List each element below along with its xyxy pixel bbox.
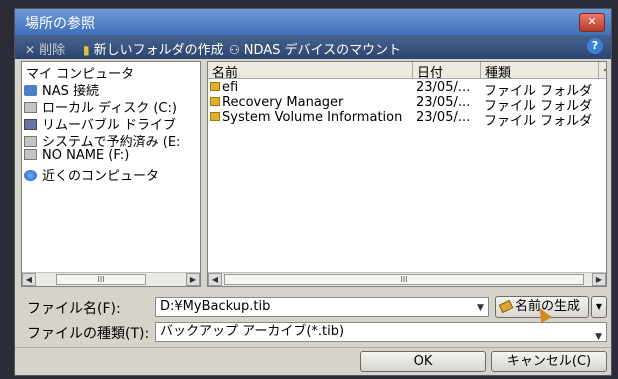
filename-dropdown-icon[interactable]: ▼ xyxy=(477,303,484,313)
toolbar: ✕ 削除 ▮ 新しいフォルダの作成 ⚇ NDAS デバイスのマウント ? xyxy=(15,35,611,59)
chevron-down-icon: ▼ xyxy=(595,302,603,311)
divider xyxy=(15,347,611,348)
folder-icon xyxy=(210,112,220,121)
hard-disk-icon xyxy=(24,149,37,160)
chevron-down-icon: ▼ xyxy=(595,332,602,342)
filetype-value: バックアップ アーカイブ(*.tib) xyxy=(160,324,345,339)
file-type: ファイル フォルダ xyxy=(484,114,593,129)
file-date: 23/05/... xyxy=(416,80,471,95)
removable-drive-icon xyxy=(24,119,37,130)
hard-disk-icon xyxy=(24,136,37,147)
ok-button[interactable]: OK xyxy=(360,351,486,372)
new-folder-button[interactable]: ▮ 新しいフォルダの作成 xyxy=(83,39,224,58)
ndas-mount-button[interactable]: ⚇ NDAS デバイスのマウント xyxy=(229,39,401,58)
delete-button[interactable]: ✕ 削除 xyxy=(25,39,65,58)
list-item[interactable]: System Volume Information 23/05/... ファイル… xyxy=(208,110,606,129)
close-button[interactable]: ✕ xyxy=(579,13,605,32)
folder-icon xyxy=(210,97,220,106)
column-header-name[interactable]: 名前 xyxy=(208,62,413,79)
file-name: efi xyxy=(222,80,239,95)
tag-icon xyxy=(498,299,514,314)
delete-label: 削除 xyxy=(39,43,66,58)
scroll-thumb-grip: III xyxy=(97,275,105,284)
list-horizontal-scrollbar[interactable]: ◀ III ▶ xyxy=(208,272,606,286)
filename-label: ファイル名(F): xyxy=(27,301,121,317)
generate-name-dropdown[interactable]: ▼ xyxy=(591,296,607,318)
folder-tree[interactable]: マイ コンピュータ NAS 接続 ローカル ディスク (C:) リムーバブル ド… xyxy=(21,61,201,287)
scroll-left-icon[interactable]: ◀ xyxy=(208,273,222,286)
scroll-thumb[interactable]: III xyxy=(224,274,584,285)
new-folder-icon: ▮ xyxy=(83,43,90,57)
filetype-label: ファイルの種類(T): xyxy=(27,326,150,342)
column-header-type[interactable]: 種類 xyxy=(481,62,599,79)
filename-input[interactable]: D:¥MyBackup.tib xyxy=(155,297,489,317)
column-header-date[interactable]: 日付 xyxy=(413,62,481,79)
tree-item-nearby-computers[interactable]: 近くのコンピュータ xyxy=(24,165,160,184)
tree-item-system-reserved[interactable]: システムで予約済み (E: xyxy=(24,131,180,150)
hard-disk-icon xyxy=(24,102,37,113)
list-item[interactable]: Recovery Manager 23/05/... ファイル フォルダ xyxy=(208,95,606,114)
title-bar: 場所の参照 ✕ xyxy=(15,9,611,35)
tree-item-label: 近くのコンピュータ xyxy=(42,169,160,184)
help-icon[interactable]: ? xyxy=(587,38,603,54)
tree-item-label: NO NAME (F:) xyxy=(42,148,130,163)
list-item[interactable]: efi 23/05/... ファイル フォルダ xyxy=(208,80,606,99)
globe-icon xyxy=(24,170,37,181)
tree-item-nas[interactable]: NAS 接続 xyxy=(24,80,99,99)
tree-horizontal-scrollbar[interactable]: ◀ III ▶ xyxy=(22,272,200,286)
scroll-right-icon[interactable]: ▶ xyxy=(592,273,606,286)
close-icon[interactable]: ✕ xyxy=(587,15,596,28)
delete-icon: ✕ xyxy=(25,43,36,57)
tree-item-no-name-f[interactable]: NO NAME (F:) xyxy=(24,148,129,165)
network-drive-icon xyxy=(24,85,37,96)
file-name: Recovery Manager xyxy=(222,95,344,110)
network-icon: ⚇ xyxy=(229,43,240,57)
tree-item-local-disk-c[interactable]: ローカル ディスク (C:) xyxy=(24,97,177,116)
dialog-title: 場所の参照 xyxy=(25,16,95,32)
new-folder-label: 新しいフォルダの作成 xyxy=(93,43,224,58)
scroll-left-icon[interactable]: ◀ xyxy=(22,273,36,286)
file-date: 23/05/... xyxy=(416,110,471,125)
filename-value: D:¥MyBackup.tib xyxy=(160,299,271,314)
browse-location-dialog: 場所の参照 ✕ ✕ 削除 ▮ 新しいフォルダの作成 ⚇ NDAS デバイスのマウント … xyxy=(14,8,612,376)
scroll-thumb[interactable]: III xyxy=(56,274,146,285)
tree-item-removable-drive[interactable]: リムーバブル ドライブ xyxy=(24,114,176,133)
file-name: System Volume Information xyxy=(222,110,403,125)
folder-icon xyxy=(210,82,220,91)
column-header-size[interactable]: サ xyxy=(599,62,606,79)
filetype-select[interactable]: バックアップ アーカイブ(*.tib) ▼ xyxy=(155,322,607,342)
scroll-thumb-grip: III xyxy=(400,275,408,284)
file-list[interactable]: 名前 日付 種類 サ efi 23/05/... ファイル フォルダ Recov… xyxy=(207,61,607,287)
ndas-mount-label: NDAS デバイスのマウント xyxy=(243,43,402,58)
file-date: 23/05/... xyxy=(416,95,471,110)
scroll-right-icon[interactable]: ▶ xyxy=(186,273,200,286)
cancel-button[interactable]: キャンセル(C) xyxy=(491,351,607,372)
